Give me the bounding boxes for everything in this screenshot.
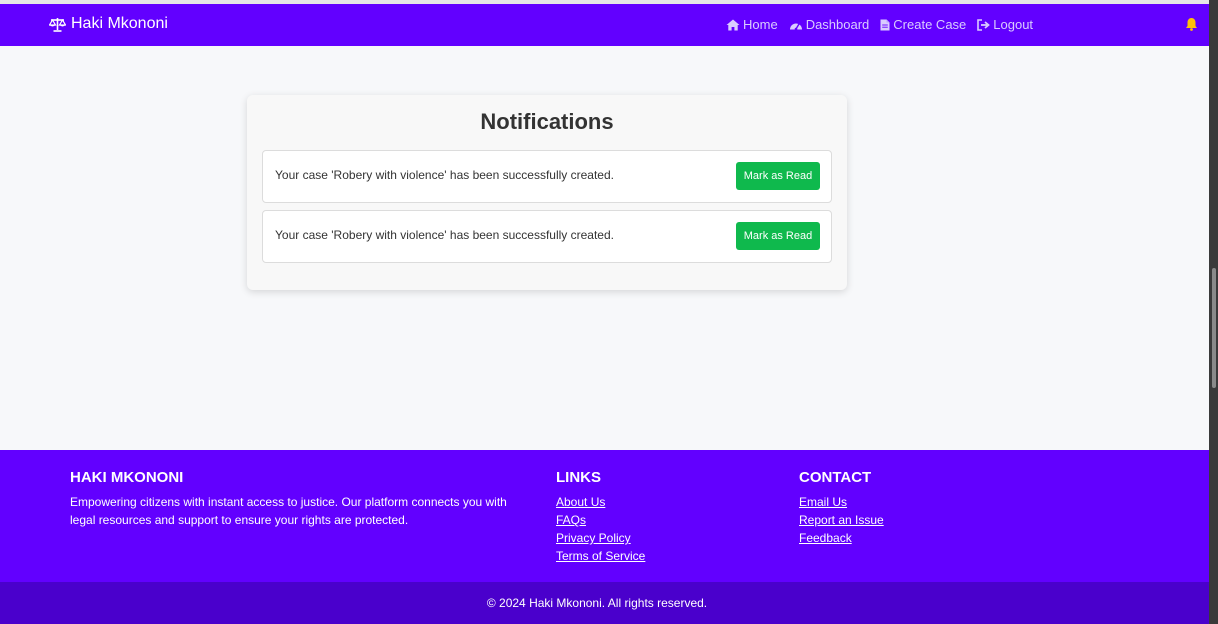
- nav-logout-label: Logout: [993, 17, 1034, 32]
- nav-home-label: Home: [743, 17, 778, 32]
- dashboard-icon: [789, 23, 802, 30]
- scrollbar[interactable]: [1209, 0, 1218, 624]
- scrollbar-thumb[interactable]: [1212, 268, 1216, 388]
- footer-link-email-us[interactable]: Email Us: [799, 495, 847, 509]
- footer-contact-list: Email Us Report an Issue Feedback: [799, 493, 884, 547]
- nav-home[interactable]: Home: [726, 17, 778, 32]
- navbar: Haki Mkononi Home Dashboard Create Case …: [0, 4, 1209, 46]
- footer-link-item: Privacy Policy: [556, 529, 645, 547]
- mark-as-read-button[interactable]: Mark as Read: [736, 162, 820, 190]
- bell-icon: [1186, 18, 1197, 31]
- footer-contact-heading: CONTACT: [799, 469, 872, 486]
- notification-item: Your case 'Robery with violence' has bee…: [262, 210, 832, 263]
- nav-links: Home Dashboard Create Case Logout: [726, 17, 1044, 32]
- file-icon: [880, 19, 890, 30]
- logout-icon: [977, 18, 991, 31]
- notifications-card: Notifications Your case 'Robery with vio…: [247, 95, 847, 290]
- footer-about-heading: HAKI MKONONI: [70, 469, 184, 486]
- notifications-title: Notifications: [480, 109, 614, 134]
- footer-link-about-us[interactable]: About Us: [556, 495, 605, 509]
- notification-message: Your case 'Robery with violence' has bee…: [275, 228, 614, 242]
- footer-links-list: About Us FAQs Privacy Policy Terms of Se…: [556, 493, 645, 565]
- footer-contact-item: Email Us: [799, 493, 884, 511]
- footer-link-privacy-policy[interactable]: Privacy Policy: [556, 531, 631, 545]
- mark-as-read-button[interactable]: Mark as Read: [736, 222, 820, 250]
- home-icon: [726, 19, 740, 30]
- nav-logout[interactable]: Logout: [977, 17, 1033, 32]
- notification-message: Your case 'Robery with violence' has bee…: [275, 168, 614, 182]
- nav-create-case-label: Create Case: [893, 17, 967, 32]
- footer-contact-item: Feedback: [799, 529, 884, 547]
- footer-link-item: FAQs: [556, 511, 645, 529]
- notification-item: Your case 'Robery with violence' has bee…: [262, 150, 832, 203]
- footer: HAKI MKONONI Empowering citizens with in…: [0, 450, 1209, 582]
- footer-link-faqs[interactable]: FAQs: [556, 513, 586, 527]
- footer-link-report-issue[interactable]: Report an Issue: [799, 513, 884, 527]
- footer-link-terms-of-service[interactable]: Terms of Service: [556, 549, 645, 563]
- notifications-bell-button[interactable]: [1185, 17, 1198, 36]
- copyright-bar: © 2024 Haki Mkononi. All rights reserved…: [0, 582, 1209, 624]
- copyright-text: © 2024 Haki Mkononi. All rights reserved…: [486, 596, 708, 610]
- footer-about-text: Empowering citizens with instant access …: [70, 495, 507, 527]
- footer-contact-item: Report an Issue: [799, 511, 884, 529]
- scale-balance-icon: [49, 17, 66, 32]
- footer-links-heading: LINKS: [556, 469, 601, 486]
- footer-link-feedback[interactable]: Feedback: [799, 531, 852, 545]
- brand-name: Haki Mkononi: [71, 15, 168, 32]
- footer-link-item: About Us: [556, 493, 645, 511]
- page-viewport: Haki Mkononi Home Dashboard Create Case …: [0, 0, 1209, 624]
- brand-link[interactable]: Haki Mkononi: [49, 15, 168, 33]
- footer-link-item: Terms of Service: [556, 547, 645, 565]
- nav-create-case[interactable]: Create Case: [880, 17, 966, 32]
- nav-dashboard[interactable]: Dashboard: [789, 17, 870, 32]
- nav-dashboard-label: Dashboard: [805, 17, 870, 32]
